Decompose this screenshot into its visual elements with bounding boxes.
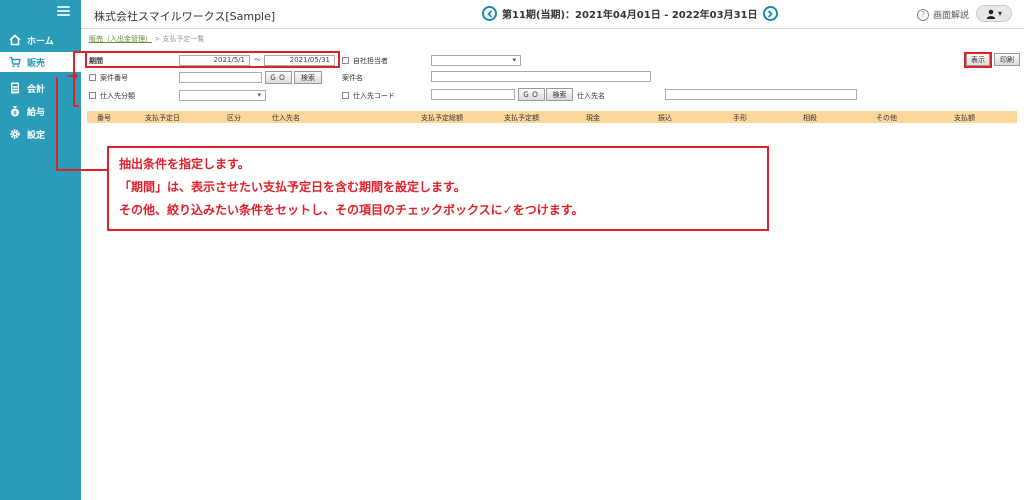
next-period-button[interactable] [762,6,778,21]
chevron-right-icon [767,9,773,18]
supplier-code-label: 仕入先コード [353,92,395,100]
column-header: 支払予定額 [504,114,539,122]
case-go-button[interactable]: ＧＯ [265,71,292,84]
callout-line: 「期間」は、表示させたい支払予定日を含む期間を設定します。 [119,180,466,194]
annotation-connector [56,169,108,171]
case-name-label: 案件名 [342,74,363,82]
staff-checkbox[interactable] [342,57,349,64]
arrow-right-icon [67,72,78,80]
supplier-name-input[interactable] [665,89,857,100]
breadcrumb-current: 支払予定一覧 [162,35,205,43]
staff-label: 自社担当者 [353,57,388,65]
sidebar-item-label: 給与 [27,107,46,118]
annotation-connector [56,77,58,171]
sidebar-item-label: 会計 [27,84,46,95]
column-header: 支払額 [954,114,975,122]
callout-line: その他、絞り込みたい条件をセットし、その項目のチェックボックスに✓をつけます。 [119,203,584,217]
breadcrumb: 販売（入出金管理） > 支払予定一覧 [89,34,204,44]
calculator-icon [9,82,21,94]
annotation-bracket [73,51,85,53]
column-header: 支払予定総額 [421,114,463,122]
case-search-button[interactable]: 検索 [294,71,322,84]
home-icon [9,34,21,46]
column-header: その他 [876,114,897,122]
period-navigator: 第11期(当期)：2021年04月01日 - 2022年03月31日 [482,6,778,21]
svg-text:$: $ [13,111,17,117]
sidebar-item-home[interactable]: ホーム [0,30,81,50]
money-bag-icon: $ [9,105,21,117]
supplier-search-button[interactable]: 検索 [546,88,573,101]
supplier-name-label: 仕入先名 [577,92,605,100]
column-header: 振込 [658,114,672,122]
column-header: 番号 [97,114,111,122]
callout-line: 抽出条件を指定します。 [119,157,250,171]
column-header: 支払予定日 [145,114,180,122]
fiscal-period-label: 第11期(当期)：2021年04月01日 - 2022年03月31日 [502,10,758,21]
supplier-class-select[interactable] [179,90,266,101]
sidebar-item-settings[interactable]: 設定 [0,124,81,144]
annotation-bracket [73,105,79,107]
supplier-class-label: 仕入先分類 [100,92,135,100]
sidebar-item-label: 設定 [27,130,46,141]
sidebar-item-sales[interactable]: 販売 [0,52,81,72]
print-button[interactable]: 印刷 [994,53,1020,66]
breadcrumb-separator: > [154,35,161,43]
previous-period-button[interactable] [482,6,497,21]
sidebar-item-label: 販売 [27,58,46,69]
column-header: 仕入先名 [272,114,300,122]
column-header: 手形 [733,114,747,122]
staff-select[interactable] [431,55,521,66]
top-header: 株式会社スマイルワークス[Sample] 第11期(当期)：2021年04月01… [81,0,1024,29]
supplier-class-checkbox[interactable] [89,92,96,99]
column-header: 現金 [586,114,600,122]
cart-icon [9,56,21,68]
instruction-callout: 抽出条件を指定します。 「期間」は、表示させたい支払予定日を含む期間を設定します… [107,146,769,231]
breadcrumb-parent-link[interactable]: 販売（入出金管理） [89,35,152,43]
company-name: 株式会社スマイルワークス[Sample] [94,10,276,23]
case-number-label: 案件番号 [100,74,128,82]
supplier-code-checkbox[interactable] [342,92,349,99]
sidebar-item-accounting[interactable]: 会計 [0,78,81,98]
help-label: 画面解説 [933,11,970,21]
case-name-input[interactable] [431,71,651,82]
supplier-code-input[interactable] [431,89,515,100]
supplier-go-button[interactable]: ＧＯ [518,88,545,101]
user-menu-button[interactable]: ▾ [976,5,1012,22]
column-header: 区分 [227,114,241,122]
menu-toggle-icon[interactable] [57,6,70,16]
chevron-down-icon: ▾ [997,9,1002,18]
sidebar-item-payroll[interactable]: $ 給与 [0,101,81,121]
user-icon [986,9,996,19]
case-number-input[interactable] [179,72,262,83]
display-button-highlight-box [964,52,992,68]
chevron-left-icon [486,9,492,18]
screen-help-button[interactable]: ? 画面解説 [917,8,969,21]
help-icon: ? [917,8,929,21]
column-header: 相殺 [803,114,817,122]
sidebar-item-label: ホーム [27,36,54,47]
gear-icon [9,128,21,140]
period-highlight-box [85,51,340,68]
payment-table-header: 番号 支払予定日 区分 仕入先名 支払予定総額 支払予定額 現金 振込 手形 相… [87,111,1017,123]
case-number-checkbox[interactable] [89,74,96,81]
